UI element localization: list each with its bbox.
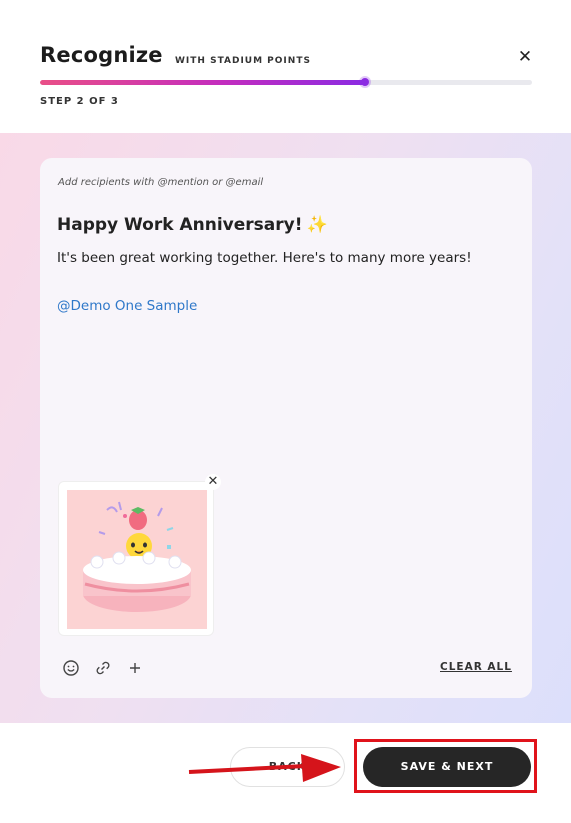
page-subtitle: WITH STADIUM POINTS bbox=[175, 56, 311, 66]
progress-knob bbox=[360, 78, 369, 86]
emoji-icon bbox=[63, 660, 79, 676]
close-icon: ✕ bbox=[207, 474, 219, 489]
close-button[interactable]: ✕ bbox=[515, 47, 535, 67]
emoji-button[interactable] bbox=[61, 658, 81, 678]
red-arrow-annotation bbox=[188, 754, 341, 782]
save-next-button[interactable]: SAVE & NEXT bbox=[363, 747, 531, 787]
message-body[interactable]: It's been great working together. Here's… bbox=[57, 250, 472, 266]
page-title: Recognize bbox=[40, 43, 163, 67]
recipients-hint: Add recipients with @mention or @email bbox=[58, 177, 264, 188]
step-indicator: STEP 2 OF 3 bbox=[40, 96, 119, 107]
link-icon bbox=[96, 661, 110, 675]
gif-attachment[interactable] bbox=[58, 481, 214, 636]
clear-all-link[interactable]: CLEAR ALL bbox=[440, 661, 512, 673]
link-button[interactable] bbox=[93, 658, 113, 678]
add-button[interactable] bbox=[125, 658, 145, 678]
recipient-mention[interactable]: @Demo One Sample bbox=[57, 298, 197, 314]
sparkle-emoji: ✨ bbox=[306, 215, 328, 235]
message-title[interactable]: Happy Work Anniversary! ✨ bbox=[57, 215, 328, 235]
progress-bar bbox=[40, 80, 532, 85]
remove-gif-button[interactable]: ✕ bbox=[205, 474, 221, 490]
plus-icon bbox=[130, 663, 140, 673]
cake-illustration bbox=[67, 490, 207, 629]
cake-gif-image bbox=[67, 490, 207, 629]
progress-fill bbox=[40, 80, 365, 85]
message-title-text: Happy Work Anniversary! bbox=[57, 215, 303, 235]
close-icon: ✕ bbox=[517, 47, 533, 67]
